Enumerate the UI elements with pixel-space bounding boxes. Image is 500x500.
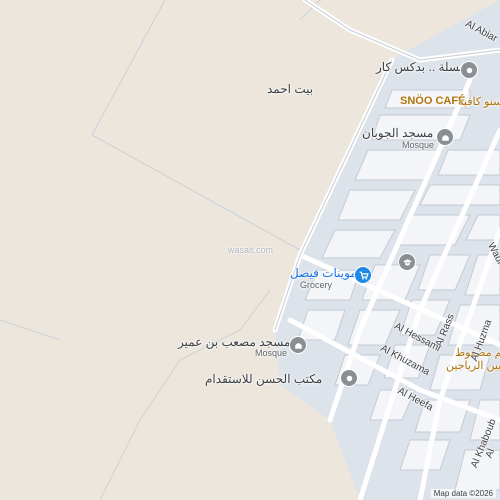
watermark: wasalt.com [228,245,274,255]
place-sub-mosque-musab: Mosque [255,348,288,358]
place-label-snoo-cafe[interactable]: SNÖO CAFÉ [400,95,465,107]
place-label-mosque-musab[interactable]: مسجد مصعب بن عمير [178,335,290,349]
place-label-grocery[interactable]: تموينات فيصل [290,266,361,280]
place-label-beit-ahmad[interactable]: بيت احمد [267,82,313,96]
place-label-car-wash[interactable]: مغسلة .. بدكس كار [376,60,472,74]
place-sub-mosque-jouban: Mosque [402,140,435,150]
place-sub-grocery: Grocery [300,280,333,290]
mosque-icon[interactable] [436,128,454,146]
map-view[interactable]: بيت احمد مغسلة .. بدكس كار SNÖO CAFÉ سنو… [0,0,500,500]
place-label-snoo-cafe-ar[interactable]: سنو كافيه [458,95,500,108]
school-icon[interactable] [398,253,416,271]
pin-icon[interactable] [340,369,358,387]
map-attribution[interactable]: Map data ©2026 [430,489,496,498]
cart-icon[interactable] [354,266,372,284]
place-label-restaurant-2[interactable]: أبو بين الرياجين [446,359,500,372]
pin-icon[interactable] [460,61,478,79]
place-label-mosque-jouban[interactable]: مسجد الجوبان [362,126,433,140]
place-label-hassan-office[interactable]: مكتب الحسن للاستقدام [205,372,322,386]
mosque-icon[interactable] [289,336,307,354]
